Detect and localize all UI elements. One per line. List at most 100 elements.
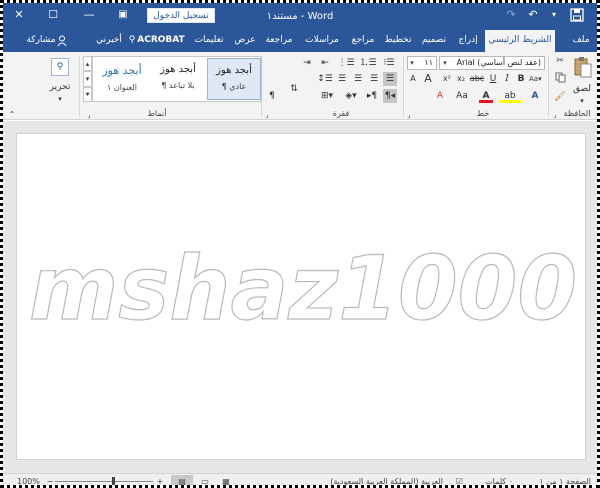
find-search-icon[interactable]: ⚲ xyxy=(51,58,69,76)
sign-in-button[interactable]: تسجيل الدخول xyxy=(147,8,215,23)
clipboard-launcher-icon[interactable]: ⌟ xyxy=(551,108,559,122)
web-layout-icon[interactable]: ▦ xyxy=(217,475,235,485)
numbering-icon[interactable]: ⒈☰ xyxy=(359,56,377,70)
bold-button[interactable]: B xyxy=(515,72,527,86)
shading-icon[interactable]: ◈▾ xyxy=(341,89,361,103)
subscript-button[interactable]: x₂ xyxy=(455,72,467,86)
line-spacing-icon[interactable]: ↕☰ xyxy=(317,72,333,86)
styles-scroll-up-icon[interactable]: ▴ xyxy=(83,56,92,71)
tab-mailings[interactable]: مراسلات xyxy=(299,30,345,52)
format-painter-icon[interactable]: 🖌 xyxy=(553,90,567,104)
save-icon[interactable] xyxy=(569,8,585,27)
style-name: ¶ بلا تباعد xyxy=(161,81,195,90)
print-layout-icon[interactable]: ▭ xyxy=(196,475,214,485)
tab-home[interactable]: الشريط الرئيسي xyxy=(485,30,555,52)
align-right-button[interactable]: ☰ xyxy=(383,72,397,86)
person-share-icon[interactable] xyxy=(55,30,69,52)
style-heading-1[interactable]: أبجد هوز العنوان ١ xyxy=(95,58,149,100)
style-name: العنوان ١ xyxy=(106,83,137,92)
style-sample: أبجد هوز xyxy=(102,64,142,77)
tab-insert[interactable]: إدراج xyxy=(453,30,483,52)
title-bar: ✕ ☐ — ▣ تسجيل الدخول مستند١ - Word ↷ ↶ ▾ xyxy=(3,3,597,30)
language-indicator[interactable]: العربية (المملكة العربية السعودية) xyxy=(330,475,443,485)
borders-icon[interactable]: ⊞▾ xyxy=(317,89,337,103)
decrease-indent-icon[interactable]: ⇤ xyxy=(317,56,333,70)
justify-button[interactable]: ☰ xyxy=(335,72,349,86)
copy-icon[interactable] xyxy=(553,72,567,86)
style-normal[interactable]: أبجد هوز ¶ عادي xyxy=(207,58,261,100)
tab-file[interactable]: ملف xyxy=(569,30,593,52)
ltr-direction-button[interactable]: ▸¶ xyxy=(365,89,379,103)
text-effects-icon[interactable]: A xyxy=(527,89,543,103)
style-name: ¶ عادي xyxy=(221,82,247,91)
group-divider xyxy=(548,56,549,116)
underline-button[interactable]: U xyxy=(487,72,499,86)
increase-indent-icon[interactable]: ⇥ xyxy=(299,56,315,70)
highlight-color-button[interactable]: ab xyxy=(499,89,521,103)
grow-font-button[interactable]: A xyxy=(421,72,435,86)
word-window: ✕ ☐ — ▣ تسجيل الدخول مستند١ - Word ↷ ↶ ▾… xyxy=(0,0,600,488)
sort-icon[interactable]: ⇅ xyxy=(287,82,301,96)
zoom-slider-thumb[interactable] xyxy=(111,477,115,485)
home-ribbon: لصق ▾ ✂ 🖌 الحافظة ⌟ Arial (عقد لنص أساسي… xyxy=(3,52,597,120)
font-name-dropdown-icon[interactable]: ▾ xyxy=(441,56,449,70)
paste-icon[interactable] xyxy=(571,56,593,80)
undo-icon[interactable]: ↶ xyxy=(525,7,541,23)
editing-dropdown-icon[interactable]: ▾ xyxy=(53,92,67,106)
multilevel-list-icon[interactable]: ⋮☰ xyxy=(337,56,355,70)
show-formatting-marks-icon[interactable]: ¶ xyxy=(265,89,279,103)
rtl-direction-button[interactable]: ¶◂ xyxy=(383,89,397,103)
tab-design[interactable]: تصميم xyxy=(417,30,451,52)
change-case-button[interactable]: Aa xyxy=(451,89,473,103)
clear-formatting-icon[interactable]: A xyxy=(433,89,447,103)
lightbulb-search-icon[interactable]: ⚲ xyxy=(125,30,139,52)
tab-acrobat[interactable]: ACROBAT xyxy=(137,30,185,52)
style-sample: أبجد هوز xyxy=(160,64,196,75)
align-left-button[interactable]: ☰ xyxy=(351,72,365,86)
bullets-icon[interactable]: ⁝☰ xyxy=(381,56,397,70)
font-size-dropdown-icon[interactable]: ▾ xyxy=(408,56,416,70)
collapse-ribbon-icon[interactable]: ⌃ xyxy=(7,108,17,122)
tell-me-label[interactable]: أخبرني xyxy=(91,30,127,52)
styles-gallery: أبجد هوز ¶ عادي أبجد هوز ¶ بلا تباعد أبج… xyxy=(92,56,262,102)
font-name-box[interactable]: Arial (عقد لنص أساسي) xyxy=(439,56,545,70)
font-color-button[interactable]: A xyxy=(479,89,493,103)
read-mode-icon[interactable]: ▤ xyxy=(171,475,193,485)
minimize-button[interactable]: — xyxy=(81,7,97,23)
maximize-button[interactable]: ☐ xyxy=(45,7,61,23)
paste-dropdown-icon[interactable]: ▾ xyxy=(573,94,591,108)
group-divider xyxy=(79,56,80,116)
word-count[interactable]: ٠ كلمات xyxy=(485,475,513,485)
zoom-out-button[interactable]: − xyxy=(45,475,55,485)
strikethrough-button[interactable]: abc xyxy=(469,72,485,86)
font-launcher-icon[interactable]: ⌟ xyxy=(405,108,413,122)
close-button[interactable]: ✕ xyxy=(11,7,27,23)
tab-layout[interactable]: تخطيط xyxy=(381,30,415,52)
zoom-in-button[interactable]: + xyxy=(155,475,165,485)
italic-button[interactable]: I xyxy=(501,72,513,86)
styles-more-icon[interactable]: ⯆ xyxy=(83,87,92,102)
styles-group-label: أنماط xyxy=(147,109,167,118)
change-case-icon[interactable]: Aa▾ xyxy=(529,72,542,86)
redo-icon[interactable]: ↷ xyxy=(503,7,519,23)
watermark-text: mshaz1000 xyxy=(29,241,577,337)
paragraph-group-label: فقرة xyxy=(332,109,350,118)
tab-help[interactable]: تعليمات xyxy=(189,30,229,52)
undo-dropdown-icon[interactable]: ▾ xyxy=(549,7,559,23)
paragraph-launcher-icon[interactable]: ⌟ xyxy=(263,108,271,122)
cut-icon[interactable]: ✂ xyxy=(553,54,567,68)
align-center-button[interactable]: ☰ xyxy=(367,72,381,86)
tab-review[interactable]: مراجعة xyxy=(261,30,297,52)
zoom-level[interactable]: 100% xyxy=(17,475,40,485)
tab-view[interactable]: عرض xyxy=(231,30,259,52)
styles-launcher-icon[interactable]: ⌟ xyxy=(85,108,93,122)
shrink-font-button[interactable]: A xyxy=(407,72,419,86)
zoom-slider-track[interactable] xyxy=(55,481,153,482)
tab-references[interactable]: مراجع xyxy=(347,30,379,52)
page-count[interactable]: الصفحة ١ من ١ xyxy=(539,475,591,485)
superscript-button[interactable]: x² xyxy=(441,72,453,86)
ribbon-display-options-icon[interactable]: ▣ xyxy=(115,7,131,23)
style-no-spacing[interactable]: أبجد هوز ¶ بلا تباعد xyxy=(151,58,205,100)
proofing-icon[interactable]: ☑ xyxy=(456,475,463,485)
styles-scroll-down-icon[interactable]: ▾ xyxy=(83,71,92,87)
